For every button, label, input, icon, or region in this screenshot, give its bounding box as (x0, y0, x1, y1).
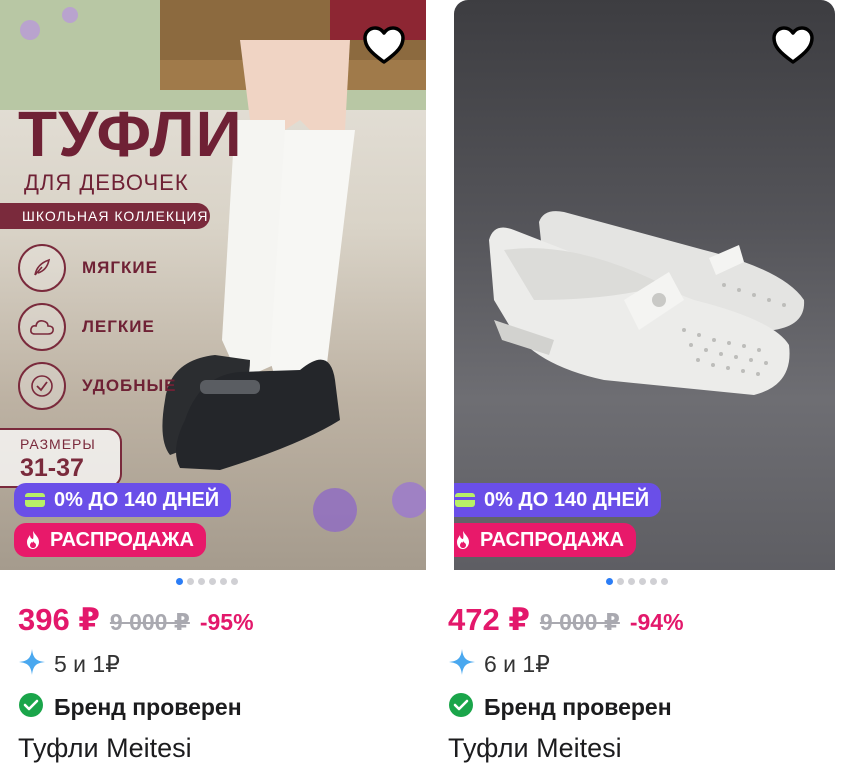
points-row: 5 и 1₽ (18, 648, 120, 681)
carousel-dot (628, 578, 635, 585)
sale-badge: РАСПРОДАЖА (454, 523, 636, 557)
check-badge-icon (18, 692, 44, 723)
installment-text: 0% ДО 140 ДНЕЙ (484, 488, 650, 511)
feature-comfortable: УДОБНЫЕ (18, 362, 177, 410)
sale-badge: РАСПРОДАЖА (14, 523, 206, 557)
points-text: 6 и 1₽ (484, 651, 550, 677)
installment-badge: 0% ДО 140 ДНЕЙ (14, 483, 232, 517)
cloud-icon (18, 303, 66, 351)
sparkle-icon (18, 648, 46, 681)
carousel-dot (639, 578, 646, 585)
product-card-1[interactable]: ТУФЛИ ДЛЯ ДЕВОЧЕК ШКОЛЬНАЯ КОЛЛЕКЦИЯ МЯГ… (0, 0, 426, 768)
promo-subtitle: ДЛЯ ДЕВОЧЕК (24, 170, 189, 195)
product-title[interactable]: Туфли Meitesi (448, 733, 622, 764)
heart-icon[interactable] (769, 22, 817, 70)
brand-verified-text: Бренд проверен (54, 694, 242, 720)
sizes-value: 31-37 (20, 454, 84, 482)
carousel-dot (209, 578, 216, 585)
brand-verified-text: Бренд проверен (484, 694, 672, 720)
feature-label: ЛЕГКИЕ (82, 317, 155, 336)
installment-text: 0% ДО 140 ДНЕЙ (54, 488, 220, 511)
carousel-dot (231, 578, 238, 585)
old-price: 9 000 ₽ (539, 609, 620, 635)
carousel-dots (176, 578, 238, 585)
current-price: 472 ₽ (448, 602, 530, 637)
product-title[interactable]: Туфли Meitesi (18, 733, 192, 764)
carousel-dot (220, 578, 227, 585)
feature-soft: МЯГКИЕ (18, 244, 158, 292)
check-badge-icon (448, 692, 474, 723)
carousel-dot (650, 578, 657, 585)
price-row: 472 ₽ 9 000 ₽ -94% (448, 602, 684, 638)
carousel-dot (187, 578, 194, 585)
points-row: 6 и 1₽ (448, 648, 550, 681)
current-price: 396 ₽ (18, 602, 100, 637)
installment-badge: 0% ДО 140 ДНЕЙ (454, 483, 662, 517)
check-circle-icon (18, 362, 66, 410)
feature-label: УДОБНЫЕ (82, 376, 177, 395)
points-text: 5 и 1₽ (54, 651, 120, 677)
brand-verified-row: Бренд проверен (18, 692, 242, 723)
card-icon (454, 492, 476, 508)
product-image-1[interactable]: ТУФЛИ ДЛЯ ДЕВОЧЕК ШКОЛЬНАЯ КОЛЛЕКЦИЯ МЯГ… (0, 0, 426, 570)
promo-title: ТУФЛИ (18, 98, 243, 170)
product-image-2[interactable]: 0% ДО 140 ДНЕЙ РАСПРОДАЖА (454, 0, 835, 570)
sizes-label: РАЗМЕРЫ (20, 436, 96, 452)
brand-verified-row: Бренд проверен (448, 692, 672, 723)
discount: -94% (629, 609, 684, 635)
feature-light: ЛЕГКИЕ (18, 303, 155, 351)
carousel-dot (661, 578, 668, 585)
feature-label: МЯГКИЕ (82, 258, 158, 277)
discount: -95% (199, 609, 254, 635)
sparkle-icon (448, 648, 476, 681)
product-card-2[interactable]: 0% ДО 140 ДНЕЙ РАСПРОДАЖА 472 ₽ 9 000 ₽ … (430, 0, 857, 768)
carousel-dot-active (176, 578, 183, 585)
price-row: 396 ₽ 9 000 ₽ -95% (18, 602, 254, 638)
old-price: 9 000 ₽ (109, 609, 190, 635)
carousel-dot-active (606, 578, 613, 585)
sizes-box: РАЗМЕРЫ 31-37 (0, 428, 122, 488)
card-icon (24, 492, 46, 508)
fire-icon (454, 530, 472, 550)
heart-icon[interactable] (360, 22, 408, 70)
feather-icon (18, 244, 66, 292)
promo-ribbon: ШКОЛЬНАЯ КОЛЛЕКЦИЯ (0, 203, 210, 229)
sale-text: РАСПРОДАЖА (480, 528, 624, 551)
carousel-dot (617, 578, 624, 585)
sale-text: РАСПРОДАЖА (50, 528, 194, 551)
fire-icon (24, 530, 42, 550)
carousel-dot (198, 578, 205, 585)
carousel-dots (606, 578, 668, 585)
